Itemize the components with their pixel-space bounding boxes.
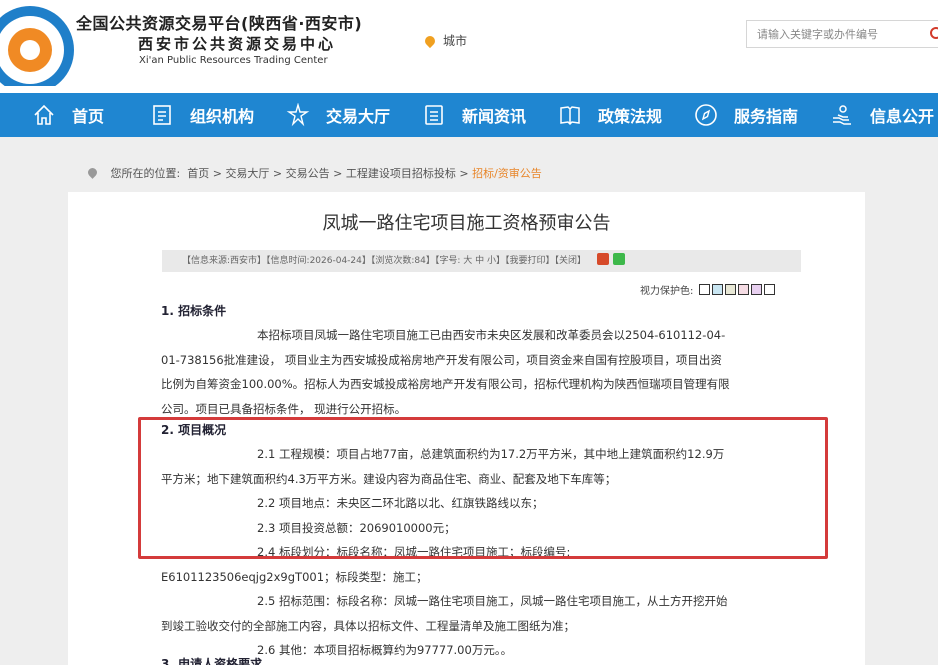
search-box [746,20,938,48]
info-icon [830,103,854,127]
main-nav: 首页 组织机构 交易大厅 新闻资讯 政策法规 服务指南 信息公开 [0,93,938,137]
compass-icon [694,103,718,127]
search-icon[interactable] [930,27,938,39]
paragraph-line: 本招标项目凤城一路住宅项目施工已由西安市未央区发展和改革委员会以2504-610… [257,328,726,342]
trade-hall-icon [286,103,310,127]
city-label: 城市 [443,34,468,48]
nav-item-policy[interactable]: 政策法规 [558,93,662,137]
color-swatch-3[interactable] [724,284,736,295]
location-pin-icon [86,166,99,179]
center-title-en: Xi'an Public Resources Trading Center [139,55,328,66]
nav-item-org[interactable]: 组织机构 [150,93,254,137]
section-3-title: 3. 申请人资格要求 [161,657,263,665]
color-swatch-6[interactable] [763,284,775,295]
nav-item-guide[interactable]: 服务指南 [694,93,798,137]
section-1-body: 本招标项目凤城一路住宅项目施工已由西安市未央区发展和改革委员会以2504-610… [161,323,801,421]
document-info-text[interactable]: 【信息来源:西安市】【信息时间:2026-04-24】【浏览次数:84】【字号:… [182,256,586,266]
nav-label: 组织机构 [190,107,255,126]
document-panel: 凤城一路住宅项目施工资格预审公告 【信息来源:西安市】【信息时间:2026-04… [68,192,865,665]
paragraph-line: 2.4 标段划分：标段名称：凤城一路住宅项目施工；标段编号: [257,545,571,559]
breadcrumb-item-trade-hall[interactable]: 交易大厅 [225,167,269,180]
paragraph-line: 2.1 工程规模：项目占地77亩，总建筑面积约为17.2万平方米，其中地上建筑面… [257,447,725,461]
org-icon [150,103,174,127]
paragraph-line: 2.5 招标范围：标段名称：凤城一路住宅项目施工，凤城一路住宅项目施工，从土方开… [257,594,728,608]
location-pin-icon [422,33,438,49]
paragraph-line: 比例为自筹资金100.00%。招标人为西安城投成裕房地产开发有限公司，招标代理机… [161,377,730,391]
search-input[interactable] [747,21,917,47]
document-info-bar: 【信息来源:西安市】【信息时间:2026-04-24】【浏览次数:84】【字号:… [162,250,801,272]
color-swatch-1[interactable] [698,284,710,295]
home-icon [32,103,56,127]
site-logo[interactable] [0,6,74,86]
nav-item-trade-hall[interactable]: 交易大厅 [286,93,390,137]
nav-label: 信息公开 [870,107,935,126]
paragraph-line: 公司。项目已具备招标条件， 现进行公开招标。 [161,401,407,416]
news-icon [422,103,446,127]
color-swatch-4[interactable] [737,284,749,295]
breadcrumb-item-engineering[interactable]: 工程建设项目招标投标 [346,167,456,180]
paragraph-line: 2.2 项目地点：未央区二环北路以北、红旗铁路线以东； [257,496,544,510]
nav-label: 服务指南 [734,107,799,126]
paragraph-line: 01-738156批准建设， 项目业主为西安城投成裕房地产开发有限公司，项目资金… [161,352,722,367]
paragraph-line: 平方米；地下建筑面积约4.3万平方米。建设内容为商品住宅、商业、配套及地下车库等… [161,471,617,486]
site-header: 全国公共资源交易平台(陕西省·西安市) 西安市公共资源交易中心 Xi'an Pu… [0,0,938,93]
print-icon[interactable] [596,253,609,265]
breadcrumb-item-home[interactable]: 首页 [187,167,209,180]
paragraph-line: 2.3 项目投资总额：2069010000元； [257,520,456,535]
eye-protect-colors: 视力保护色: [640,282,775,297]
section-2-body: 2.1 工程规模：项目占地77亩，总建筑面积约为17.2万平方米，其中地上建筑面… [161,442,801,663]
color-swatch-5[interactable] [750,284,762,295]
nav-label: 政策法规 [598,107,663,126]
nav-item-news[interactable]: 新闻资讯 [422,93,526,137]
wechat-share-icon[interactable] [612,253,625,265]
city-selector[interactable]: 城市 [422,32,468,49]
breadcrumb-current[interactable]: 招标/资审公告 [472,167,542,180]
breadcrumb-item-announcements[interactable]: 交易公告 [286,167,330,180]
section-2-title: 2. 项目概况 [161,423,227,437]
book-icon [558,103,582,127]
document-title: 凤城一路住宅项目施工资格预审公告 [322,213,611,234]
nav-label: 交易大厅 [326,107,391,126]
nav-item-home[interactable]: 首页 [32,93,104,137]
platform-title: 全国公共资源交易平台(陕西省·西安市) [76,14,363,33]
breadcrumb: 您所在的位置: 首页 > 交易大厅 > 交易公告 > 工程建设项目招标投标 > … [86,165,542,181]
breadcrumb-prefix: 您所在的位置: [110,167,181,180]
paragraph-line: 到竣工验收交付的全部施工内容，具体以招标文件、工程量清单及施工图纸为准； [161,618,575,633]
section-1-title: 1. 招标条件 [161,304,227,318]
nav-item-info[interactable]: 信息公开 [830,93,934,137]
nav-label: 新闻资讯 [462,107,527,126]
nav-label: 首页 [72,107,105,126]
color-swatch-2[interactable] [711,284,723,295]
eye-protect-label: 视力保护色: [640,286,694,297]
paragraph-line: E6101123506eqjg2x9gT001；标段类型：施工； [161,569,428,584]
center-title: 西安市公共资源交易中心 [138,35,337,53]
